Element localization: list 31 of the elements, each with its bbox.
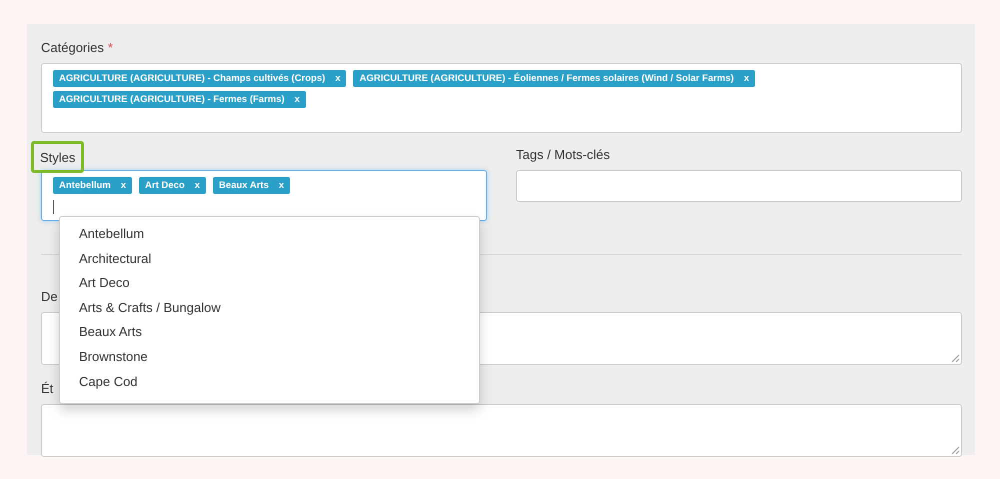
remove-tag-button[interactable]: x [120,180,126,191]
tag: AGRICULTURE (AGRICULTURE) - Champs cultivés (Crops) x [53,70,346,87]
resize-handle-icon[interactable] [951,446,959,454]
field-label: Catégories * [41,40,113,55]
remove-tag-button[interactable]: x [278,180,284,191]
remove-tag-button[interactable]: x [335,73,340,84]
tag: Antebellum x [53,177,132,194]
tags-field[interactable] [516,170,962,202]
dropdown-option[interactable]: Beaux Arts [60,323,479,348]
resize-handle-icon[interactable] [951,354,959,362]
tag: Art Deco x [139,177,206,194]
remove-tag-button[interactable]: x [294,94,300,105]
tag: Beaux Arts x [212,177,290,194]
dropdown-option[interactable]: Architectural [60,250,479,274]
dropdown-option[interactable]: Antebellum [60,225,479,250]
dropdown-option[interactable]: Brownstone [60,348,479,373]
categories-field[interactable]: AGRICULTURE (AGRICULTURE) - Champs cultivés (Crops) x AGRICULTURE (AGRICULTURE) - Éoliennes / Fermes solaires (Wind / Solar Farms) x AGRICULTURE (AGRICULTURE) - Fermes (Farms) x [41,63,962,133]
field-label: Styles [31,141,84,173]
field-label: Tags / Mots-clés [516,147,610,162]
remove-tag-button[interactable]: x [744,73,750,84]
field-label: De [41,289,58,304]
text-cursor [53,200,54,214]
field-label: Ét [41,381,54,396]
remove-tag-button[interactable]: x [194,180,200,191]
dropdown-option[interactable]: Arts & Crafts / Bungalow [60,298,479,324]
tag: AGRICULTURE (AGRICULTURE) - Éoliennes / Fermes solaires (Wind / Solar Farms) x [353,70,756,87]
text-area[interactable] [41,404,962,457]
dropdown-option[interactable]: Cape Cod [60,372,479,398]
tag: AGRICULTURE (AGRICULTURE) - Fermes (Farms) x [53,91,306,108]
dropdown-option[interactable]: Art Deco [60,274,479,299]
styles-field[interactable]: Antebellum x Art Deco x Beaux Arts x [41,170,487,221]
